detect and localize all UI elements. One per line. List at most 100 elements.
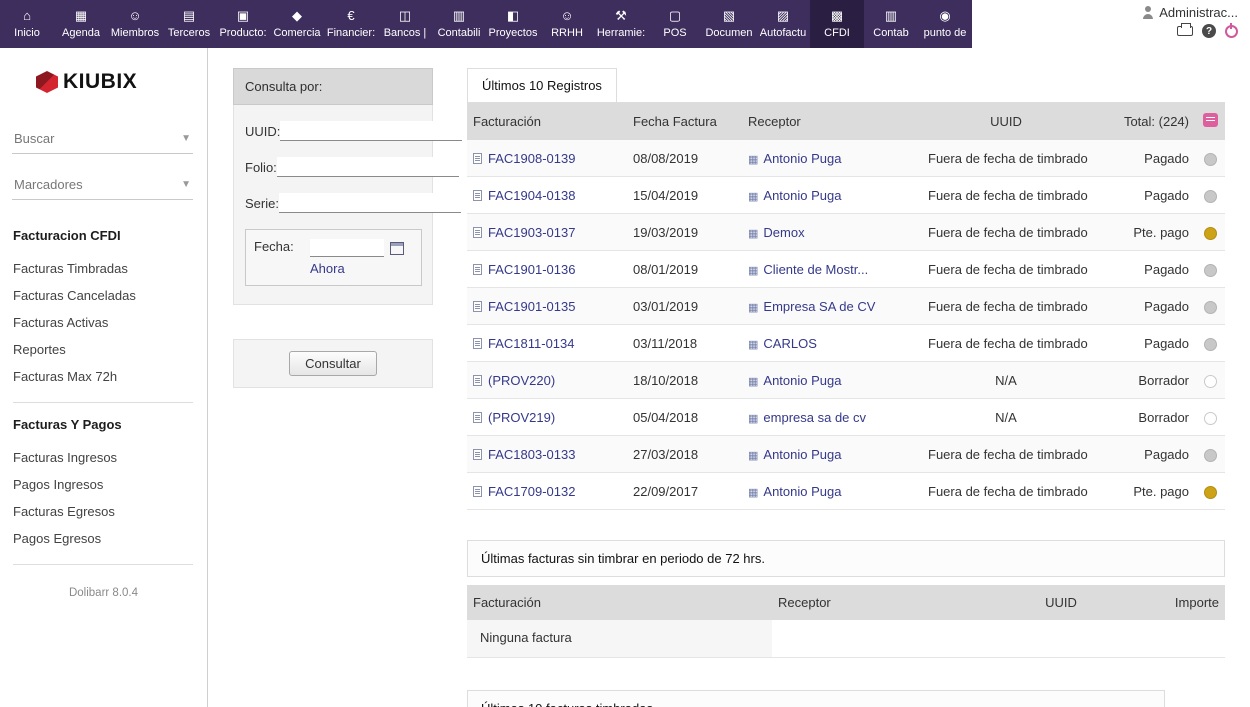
- sidebar-item-facturas-egresos[interactable]: Facturas Egresos: [13, 498, 207, 525]
- thirdparties-icon: ▤: [183, 9, 195, 24]
- status-paid-dot: [1204, 449, 1217, 462]
- autoinvoice-icon: ▨: [777, 9, 789, 24]
- now-link[interactable]: Ahora: [310, 261, 345, 276]
- invoice-ref-link[interactable]: (PROV220): [488, 373, 555, 388]
- menu-item-miembros[interactable]: ☺Miembros: [108, 0, 162, 48]
- uuid-status: Fuera de fecha de timbrado: [922, 299, 1090, 314]
- receptor-link[interactable]: Antonio Puga: [763, 484, 841, 499]
- receptor-link[interactable]: Empresa SA de CV: [763, 299, 875, 314]
- status-paid-dot: [1204, 301, 1217, 314]
- menu-item-rrhh[interactable]: ☺RRHH: [540, 0, 594, 48]
- status-pending-dot: [1204, 486, 1217, 499]
- col-header-uuid: UUID: [922, 104, 1090, 139]
- uuid-status: Fuera de fecha de timbrado: [922, 336, 1090, 351]
- menu-item-contabili[interactable]: ▥Contabili: [432, 0, 486, 48]
- menu-item-label: POS: [663, 27, 686, 39]
- invoice-ref-link[interactable]: FAC1908-0139: [488, 151, 575, 166]
- receptor-link[interactable]: empresa sa de cv: [763, 410, 866, 425]
- logout-icon[interactable]: [1225, 25, 1238, 38]
- products-icon: ▣: [237, 9, 249, 24]
- invoice-ref-link[interactable]: (PROV219): [488, 410, 555, 425]
- invoice-ref-link[interactable]: FAC1901-0136: [488, 262, 575, 277]
- menu-item-financier[interactable]: €Financier:: [324, 0, 378, 48]
- invoice-ref-link[interactable]: FAC1811-0134: [488, 336, 575, 351]
- payment-status: Pagado: [1090, 151, 1195, 166]
- menu-item-label: Comercia: [273, 27, 320, 39]
- menu-item-bancos[interactable]: ◫Bancos |: [378, 0, 432, 48]
- menu-item-producto[interactable]: ▣Producto:: [216, 0, 270, 48]
- menu-item-proyectos[interactable]: ◧Proyectos: [486, 0, 540, 48]
- status-dot-cell: [1195, 335, 1225, 350]
- sidebar-item-facturas-ingresos[interactable]: Facturas Ingresos: [13, 444, 207, 471]
- payment-status: Pagado: [1090, 299, 1195, 314]
- sidebar-section-facturacion-cfdi[interactable]: Facturacion CFDI: [13, 228, 207, 243]
- receptor-link[interactable]: Antonio Puga: [763, 447, 841, 462]
- col-header-facturacion: Facturación: [467, 585, 772, 620]
- sidebar-item-pagos-ingresos[interactable]: Pagos Ingresos: [13, 471, 207, 498]
- sidebar-item-facturas-timbradas[interactable]: Facturas Timbradas: [13, 255, 207, 282]
- query-title: Consulta por:: [233, 68, 433, 105]
- print-icon[interactable]: [1177, 26, 1193, 36]
- menu-item-label: CFDI: [824, 27, 850, 39]
- receptor-link[interactable]: Antonio Puga: [763, 151, 841, 166]
- sidebar-item-pagos-egresos[interactable]: Pagos Egresos: [13, 525, 207, 552]
- invoice-ref-link[interactable]: FAC1803-0133: [488, 447, 575, 462]
- invoice-ref-cell: FAC1904-0138: [467, 188, 627, 203]
- help-icon[interactable]: ?: [1202, 24, 1216, 38]
- user-menu[interactable]: Administrac...: [1142, 5, 1238, 20]
- document-icon: [473, 227, 482, 238]
- uuid-status: Fuera de fecha de timbrado: [922, 225, 1090, 240]
- invoice-ref-cell: FAC1811-0134: [467, 336, 627, 351]
- agenda-icon: ▦: [75, 9, 87, 24]
- menu-item-comercia[interactable]: ◆Comercia: [270, 0, 324, 48]
- search-dropdown[interactable]: Buscar ▼: [12, 124, 193, 154]
- col-header-total: Total: (224): [1090, 104, 1195, 139]
- menu-item-agenda[interactable]: ▦Agenda: [54, 0, 108, 48]
- menu-item-punto-de[interactable]: ◉punto de: [918, 0, 972, 48]
- invoice-ref-link[interactable]: FAC1904-0138: [488, 188, 575, 203]
- invoice-ref-link[interactable]: FAC1901-0135: [488, 299, 575, 314]
- consult-button[interactable]: Consultar: [289, 351, 377, 376]
- kiubix-logo[interactable]: KIUBIX: [0, 70, 207, 94]
- menu-item-autofactu[interactable]: ▨Autofactu: [756, 0, 810, 48]
- menu-item-terceros[interactable]: ▤Terceros: [162, 0, 216, 48]
- folio-input[interactable]: [277, 157, 459, 177]
- menu-item-inicio[interactable]: ⌂Inicio: [0, 0, 54, 48]
- invoice-date: 03/11/2018: [627, 336, 742, 351]
- document-icon: [473, 375, 482, 386]
- invoice-ref-link[interactable]: FAC1709-0132: [488, 484, 575, 499]
- main-content: Últimos 10 Registros Facturación Fecha F…: [450, 48, 1250, 707]
- bookmarks-dropdown[interactable]: Marcadores ▼: [12, 170, 193, 200]
- invoice-ref-cell: (PROV220): [467, 373, 627, 388]
- receptor-link[interactable]: Demox: [763, 225, 804, 240]
- fecha-input[interactable]: [310, 239, 384, 257]
- serie-input[interactable]: [279, 193, 461, 213]
- menu-item-herramie[interactable]: ⚒Herramie:: [594, 0, 648, 48]
- receptor-link[interactable]: Antonio Puga: [763, 188, 841, 203]
- company-icon: ▦: [748, 228, 758, 240]
- sidebar-item-facturas-canceladas[interactable]: Facturas Canceladas: [13, 282, 207, 309]
- export-excel-icon[interactable]: [1203, 113, 1218, 127]
- receptor-cell: ▦Cliente de Mostr...: [742, 262, 922, 277]
- payment-status: Borrador: [1090, 373, 1195, 388]
- user-name: Administrac...: [1159, 5, 1238, 20]
- receptor-link[interactable]: Cliente de Mostr...: [763, 262, 868, 277]
- sidebar-item-reportes[interactable]: Reportes: [13, 336, 207, 363]
- sidebar-item-facturas-activas[interactable]: Facturas Activas: [13, 309, 207, 336]
- receptor-link[interactable]: Antonio Puga: [763, 373, 841, 388]
- menu-item-cfdi[interactable]: ▩CFDI: [810, 0, 864, 48]
- menu-item-pos[interactable]: ▢POS: [648, 0, 702, 48]
- uuid-status: Fuera de fecha de timbrado: [922, 151, 1090, 166]
- calendar-icon[interactable]: [390, 242, 404, 255]
- menu-item-contab[interactable]: ▥Contab: [864, 0, 918, 48]
- receptor-link[interactable]: CARLOS: [763, 336, 816, 351]
- menu-item-label: Herramie:: [597, 27, 645, 39]
- menu-item-documen[interactable]: ▧Documen: [702, 0, 756, 48]
- sidebar-section-facturas-y-pagos[interactable]: Facturas Y Pagos: [13, 417, 207, 432]
- chevron-down-icon: ▼: [181, 133, 191, 144]
- sidebar-item-facturas-max-72h[interactable]: Facturas Max 72h: [13, 363, 207, 390]
- payment-status: Pte. pago: [1090, 225, 1195, 240]
- sidebar-sections: Facturacion CFDIFacturas TimbradasFactur…: [0, 228, 207, 565]
- uuid-input[interactable]: [280, 121, 462, 141]
- invoice-ref-link[interactable]: FAC1903-0137: [488, 225, 575, 240]
